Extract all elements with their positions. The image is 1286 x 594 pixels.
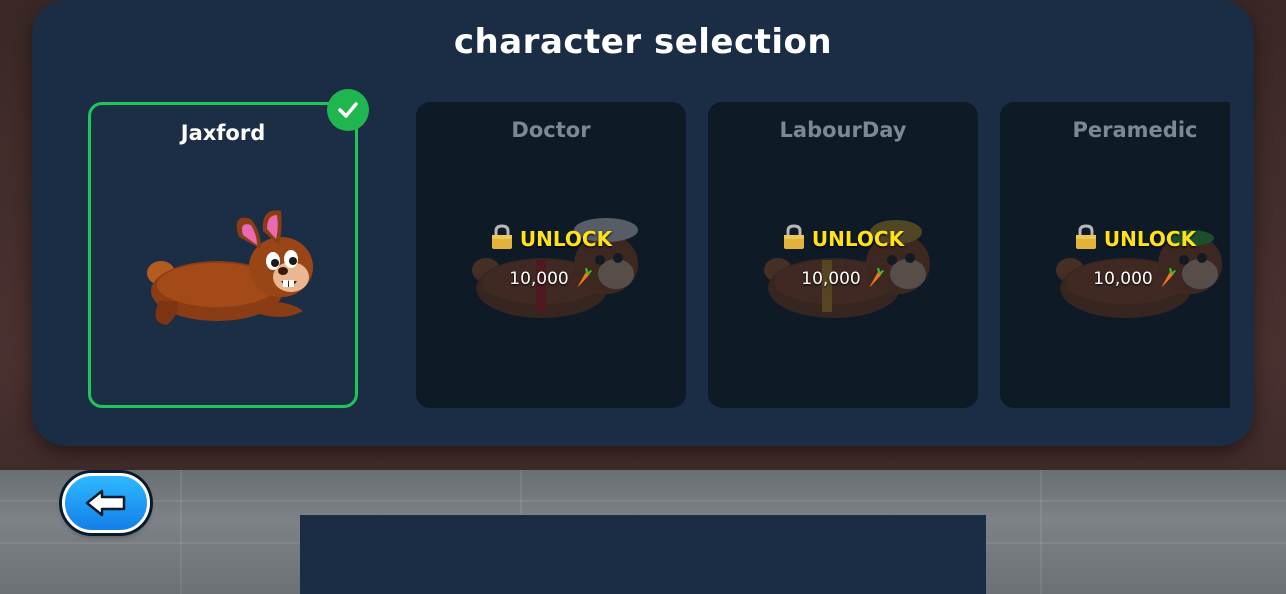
- price-label: 10,000: [708, 266, 978, 289]
- unlock-label[interactable]: UNLOCK: [708, 224, 978, 251]
- back-button[interactable]: [62, 473, 150, 533]
- carrot-icon: [1161, 267, 1176, 287]
- price-value: 10,000: [801, 269, 861, 289]
- bunny-character-image: [147, 210, 313, 325]
- carrot-icon: [869, 267, 884, 287]
- arrow-left-icon: [85, 489, 126, 517]
- character-name: Peramedic: [1072, 118, 1198, 142]
- character-name: Jaxford: [180, 121, 266, 145]
- character-carousel[interactable]: Jaxford Doctor UNLOCK 10,000 LabourDay U…: [88, 100, 1230, 412]
- price-value: 10,000: [1093, 269, 1153, 289]
- bottom-panel: [300, 515, 986, 594]
- selected-check-badge: [327, 89, 369, 131]
- carrot-icon: [577, 267, 592, 287]
- page-title: character selection: [453, 22, 833, 62]
- lock-icon: [491, 224, 512, 249]
- price-label: 10,000: [416, 266, 686, 289]
- unlock-label[interactable]: UNLOCK: [416, 224, 686, 251]
- character-selection-panel: character selection Jaxford Doctor UNLOC…: [32, 0, 1254, 446]
- character-card-jaxford[interactable]: Jaxford: [88, 102, 358, 408]
- lock-icon: [783, 224, 804, 249]
- check-icon: [338, 102, 358, 118]
- character-name: Doctor: [511, 118, 591, 142]
- lock-icon: [1075, 224, 1096, 249]
- character-card-peramedic[interactable]: Peramedic UNLOCK 10,000: [1000, 102, 1230, 408]
- character-name: LabourDay: [779, 118, 907, 142]
- character-card-labourday[interactable]: LabourDay UNLOCK 10,000: [708, 102, 978, 408]
- price-value: 10,000: [509, 269, 569, 289]
- character-card-doctor[interactable]: Doctor UNLOCK 10,000: [416, 102, 686, 408]
- price-label: 10,000: [1000, 266, 1230, 289]
- unlock-label[interactable]: UNLOCK: [1000, 224, 1230, 251]
